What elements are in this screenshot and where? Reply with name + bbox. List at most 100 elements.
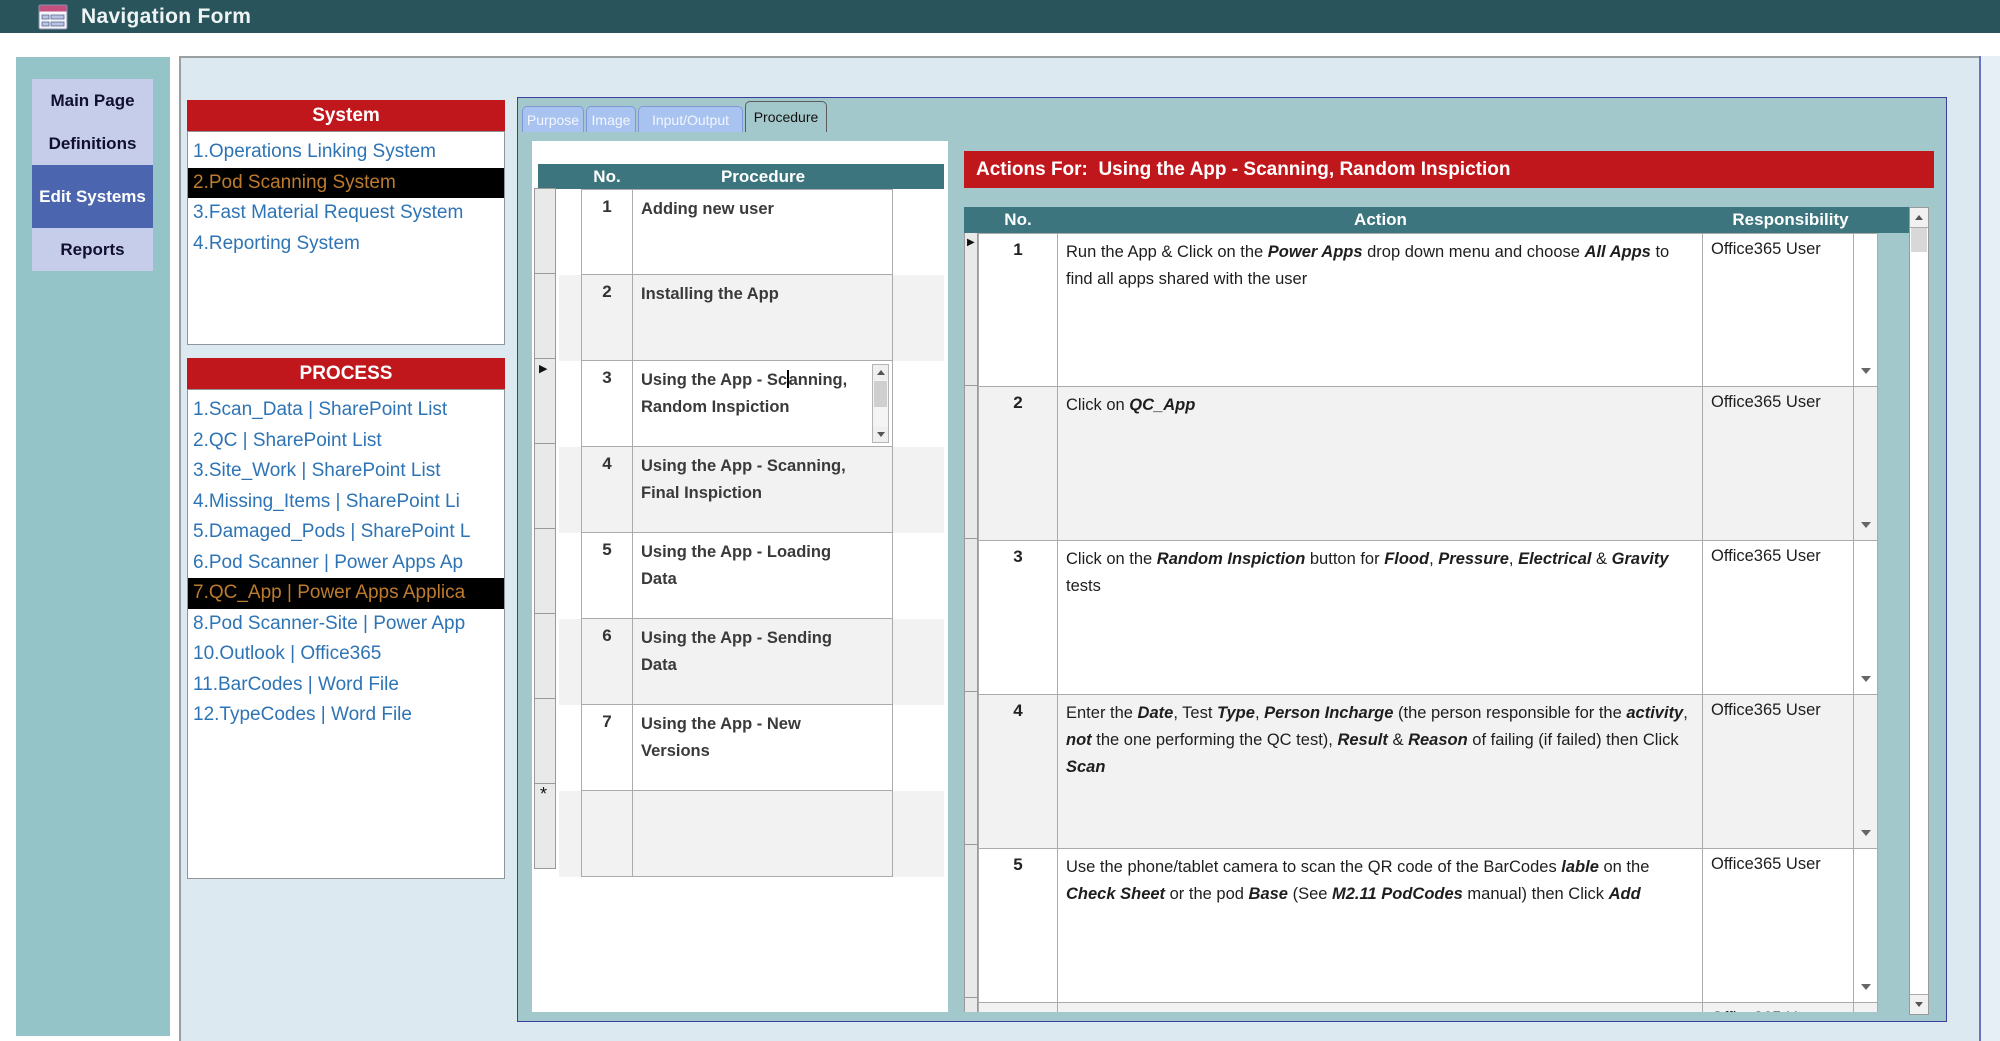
process-listbox[interactable]: 1.Scan_Data | SharePoint List 2.QC | Shar… — [187, 389, 505, 879]
responsibility-dropdown[interactable] — [1854, 1003, 1878, 1012]
record-selector[interactable] — [964, 844, 978, 998]
record-selector[interactable] — [964, 691, 978, 845]
record-selector[interactable] — [964, 538, 978, 692]
responsibility-dropdown[interactable] — [1854, 233, 1878, 387]
action-text-cell[interactable]: Click on QC_App — [1058, 387, 1703, 541]
process-list-item[interactable]: 8.Pod Scanner-Site | Power App — [188, 609, 504, 640]
action-no-cell[interactable]: 6 — [978, 1003, 1058, 1012]
action-no-cell[interactable]: 4 — [978, 695, 1058, 849]
column-header-procedure: Procedure — [720, 167, 806, 186]
procedure-no-cell[interactable]: 2 — [581, 275, 633, 361]
tab-image[interactable]: Image — [586, 106, 636, 132]
current-record-arrow-icon: ▶ — [967, 237, 975, 248]
scroll-up-icon — [876, 370, 885, 375]
page-title: Navigation Form — [81, 4, 252, 28]
procedure-text-cell[interactable]: Using the App - Scanning, Random Inspict… — [633, 361, 893, 447]
responsibility-dropdown[interactable] — [1854, 541, 1878, 695]
responsibility-cell[interactable]: Office365 User — [1703, 849, 1854, 1003]
system-listbox[interactable]: 1.Operations Linking System 2.Pod Scannin… — [187, 131, 505, 345]
cell-scrollbar[interactable] — [872, 364, 889, 443]
process-list-item[interactable]: 4.Missing_Items | SharePoint Li — [188, 487, 504, 518]
procedure-no-cell[interactable]: 3 — [581, 361, 633, 447]
process-list-item[interactable]: 1.Scan_Data | SharePoint List — [188, 395, 504, 426]
scrollbar-thumb[interactable] — [874, 381, 887, 407]
procedure-text-cell[interactable]: Using the App - Scanning, Final Inspicti… — [633, 447, 893, 533]
column-header-no: No. — [593, 167, 621, 186]
process-list-item[interactable]: 3.Site_Work | SharePoint List — [188, 456, 504, 487]
system-list-item[interactable]: 4.Reporting System — [188, 229, 504, 260]
procedure-text-cell[interactable]: Adding new user — [633, 189, 893, 275]
record-selector[interactable] — [534, 528, 556, 614]
action-no-cell[interactable]: 1 — [978, 233, 1058, 387]
responsibility-dropdown[interactable] — [1854, 849, 1878, 1003]
vertical-scrollbar[interactable] — [1909, 207, 1929, 1015]
action-no-cell[interactable]: 3 — [978, 541, 1058, 695]
responsibility-cell[interactable]: Office365 User — [1703, 541, 1854, 695]
scroll-up-button[interactable] — [1910, 208, 1928, 228]
record-selector[interactable]: ▶ — [534, 358, 556, 444]
system-list-item[interactable]: 2.Pod Scanning System — [188, 167, 504, 198]
action-no-cell[interactable]: 5 — [978, 849, 1058, 1003]
action-row: 2 Click on QC_App Office365 User — [978, 387, 1878, 541]
process-list-item[interactable]: 5.Damaged_Pods | SharePoint L — [188, 517, 504, 548]
process-list-item[interactable]: 11.BarCodes | Word File — [188, 670, 504, 701]
process-list-item[interactable]: 10.Outlook | Office365 — [188, 639, 504, 670]
tab-procedure[interactable]: Procedure — [745, 101, 827, 132]
scroll-down-button[interactable] — [873, 427, 888, 442]
procedure-no-cell[interactable]: 4 — [581, 447, 633, 533]
procedure-text-cell[interactable]: Using the App - Sending Data — [633, 619, 893, 705]
sidebar-item-main-page[interactable]: Main Page — [32, 79, 153, 122]
process-list-item[interactable]: 12.TypeCodes | Word File — [188, 700, 504, 731]
sidebar-item-label: Edit Systems — [39, 186, 146, 206]
sidebar-item-reports[interactable]: Reports — [32, 228, 153, 271]
scroll-down-button[interactable] — [1910, 994, 1928, 1014]
procedure-text-cell[interactable]: Using the App - Loading Data — [633, 533, 893, 619]
record-selector[interactable] — [534, 698, 556, 784]
text-cursor — [787, 370, 789, 388]
process-panel-header: PROCESS — [187, 358, 505, 389]
sidebar-item-definitions[interactable]: Definitions — [32, 122, 153, 165]
responsibility-cell[interactable]: Office365 User — [1703, 1003, 1854, 1012]
responsibility-cell[interactable]: Office365 User — [1703, 233, 1854, 387]
new-record-selector[interactable]: * — [534, 783, 556, 869]
procedure-no-cell[interactable]: 1 — [581, 189, 633, 275]
tab-purpose[interactable]: Purpose — [522, 106, 584, 132]
procedure-no-cell[interactable]: 6 — [581, 619, 633, 705]
record-selector[interactable]: ▶ — [964, 233, 978, 386]
procedure-text-cell[interactable]: Installing the App — [633, 275, 893, 361]
action-text-cell[interactable]: Repeat from the test/pod — [1058, 1003, 1703, 1012]
action-text-cell[interactable]: Run the App & Click on the Power Apps dr… — [1058, 233, 1703, 387]
system-list-item[interactable]: 1.Operations Linking System — [188, 137, 504, 168]
tab-input-output[interactable]: Input/Output — [638, 106, 743, 132]
record-selector[interactable] — [534, 613, 556, 699]
new-record-icon: * — [540, 784, 548, 804]
record-selector[interactable] — [964, 385, 978, 539]
record-selector[interactable] — [534, 273, 556, 359]
responsibility-cell[interactable]: Office365 User — [1703, 387, 1854, 541]
sidebar-item-edit-systems[interactable]: Edit Systems — [32, 165, 153, 228]
system-list-item[interactable]: 3.Fast Material Request System — [188, 198, 504, 229]
process-list-item[interactable]: 7.QC_App | Power Apps Applica — [188, 578, 504, 609]
action-row: 5 Use the phone/tablet camera to scan the… — [978, 849, 1878, 1003]
procedure-no-cell[interactable]: 7 — [581, 705, 633, 791]
responsibility-dropdown[interactable] — [1854, 695, 1878, 849]
scrollbar-thumb[interactable] — [1911, 228, 1927, 252]
responsibility-cell[interactable]: Office365 User — [1703, 695, 1854, 849]
procedure-text-cell[interactable] — [633, 791, 893, 877]
action-no-cell[interactable]: 2 — [978, 387, 1058, 541]
scroll-up-button[interactable] — [873, 365, 888, 380]
action-text-cell[interactable]: Use the phone/tablet camera to scan the … — [1058, 849, 1703, 1003]
record-selector[interactable] — [534, 443, 556, 529]
action-row: 1 Run the App & Click on the Power Apps d… — [978, 233, 1878, 387]
procedure-no-cell[interactable]: 5 — [581, 533, 633, 619]
action-text-cell[interactable]: Enter the Date, Test Type, Person Inchar… — [1058, 695, 1703, 849]
record-selector[interactable] — [964, 997, 978, 1012]
record-selector[interactable] — [534, 188, 556, 274]
action-text-cell[interactable]: Click on the Random Inspiction button fo… — [1058, 541, 1703, 695]
process-list-item[interactable]: 6.Pod Scanner | Power Apps Ap — [188, 548, 504, 579]
procedure-row: 1 Adding new user — [559, 189, 944, 275]
procedure-text-cell[interactable]: Using the App - New Versions — [633, 705, 893, 791]
procedure-no-cell[interactable] — [581, 791, 633, 877]
process-list-item[interactable]: 2.QC | SharePoint List — [188, 426, 504, 457]
responsibility-dropdown[interactable] — [1854, 387, 1878, 541]
